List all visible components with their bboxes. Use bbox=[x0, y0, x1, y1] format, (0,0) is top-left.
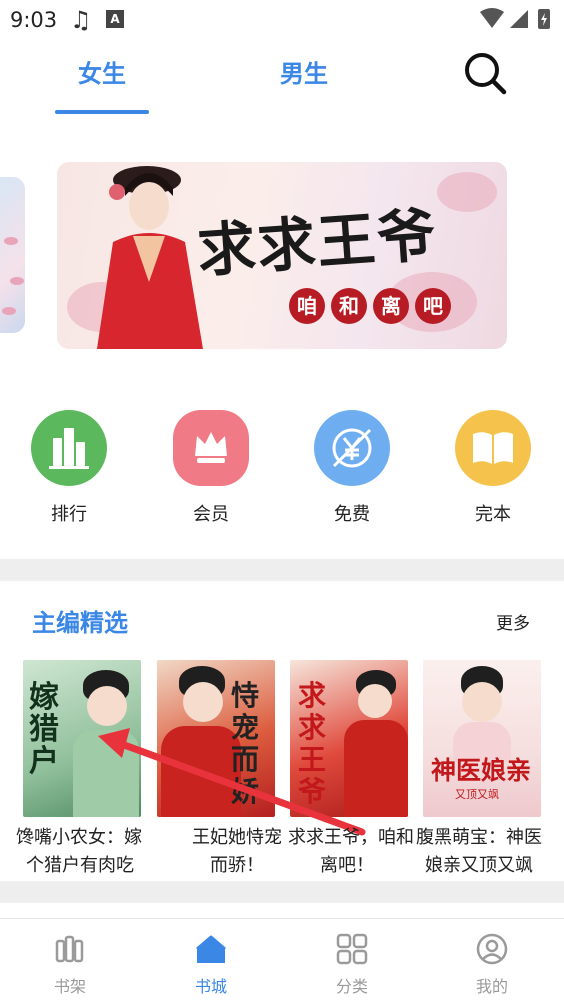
nav-bookshelf[interactable]: 书架 bbox=[30, 933, 110, 997]
bottom-navigation: 书架 书城 分类 我的 bbox=[0, 918, 564, 1004]
nav-category[interactable]: 分类 bbox=[312, 933, 392, 997]
book-title[interactable]: 求求王爷，咱和 离吧！ bbox=[288, 824, 414, 880]
bookshelf-icon bbox=[55, 935, 84, 963]
section-divider bbox=[0, 881, 564, 903]
grid-category-icon bbox=[336, 933, 368, 965]
book-title[interactable]: 腹黑萌宝：神医 娘亲又顶又飒 bbox=[416, 824, 542, 880]
bookstore-page: 9:03 ♫ A 女生 男生 求求王爷 咱 和 离 吧 排行 会员 免费 完本 … bbox=[0, 0, 564, 1004]
profile-icon bbox=[476, 933, 508, 965]
book-title[interactable]: 王妃她恃宠 而骄！ bbox=[187, 824, 287, 880]
book-title[interactable]: 馋嘴小农女：嫁 个猎户有肉吃 bbox=[16, 824, 142, 880]
nav-bookstore[interactable]: 书城 bbox=[171, 933, 251, 997]
nav-mine[interactable]: 我的 bbox=[452, 933, 532, 997]
bookstore-home-icon bbox=[196, 935, 226, 963]
